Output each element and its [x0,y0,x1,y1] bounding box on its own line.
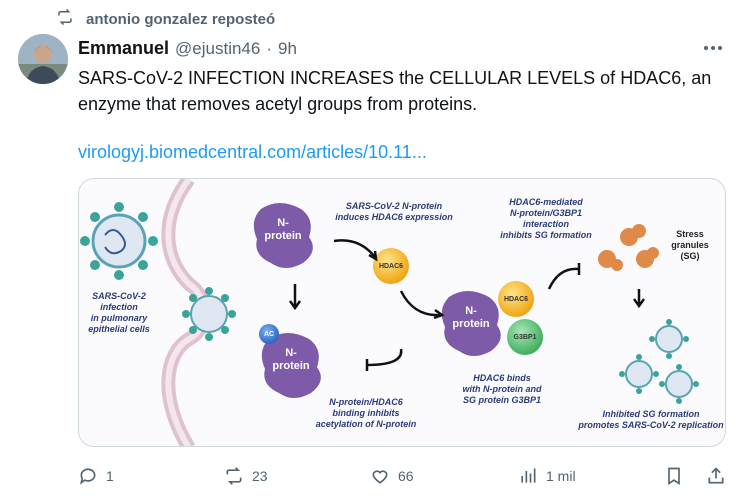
avatar[interactable] [18,34,68,84]
virus-small-group [625,325,693,398]
repost-text: antonio gonzalez reposteó [86,10,276,28]
more-icon [704,46,722,50]
label-ac: AC [263,331,275,338]
post-link[interactable]: virologyj.biomedcentral.com/articles/10.… [78,142,427,163]
label-stress: Stress granules (SG) [671,229,709,261]
repost-indicator[interactable]: antonio gonzalez reposteó [56,8,275,30]
reply-count: 1 [106,468,114,484]
views-icon [521,468,536,483]
bookmark-icon [668,467,680,486]
label-n-protein-2: N- protein [272,347,310,372]
more-options-button[interactable] [700,38,726,58]
author-name[interactable]: Emmanuel [78,38,169,59]
repost-button[interactable]: 23 [224,462,268,490]
label-induces: SARS-CoV-2 N-protein induces HDAC6 expre… [335,201,453,222]
virus-large [80,202,158,280]
label-inhibited: Inhibited SG formation promotes SARS-CoV… [578,409,724,430]
bookmark-button[interactable] [664,462,684,490]
label-n-protein-3: N- protein [452,305,490,330]
reply-button[interactable]: 1 [78,462,114,490]
separator: · [266,39,273,58]
retweet-icon [226,467,242,485]
label-infection: SARS-CoV-2 infection in pulmonary epithe… [88,291,150,334]
label-binds: HDAC6 binds with N-protein and SG protei… [462,373,542,405]
post-time[interactable]: 9h [278,39,297,59]
label-hdac6-top: HDAC6 [378,263,404,270]
post-header: Emmanuel @ejustin46 · 9h [78,38,297,59]
like-count: 66 [398,468,414,484]
repost-count: 23 [252,468,268,484]
share-icon [708,467,724,484]
label-n-protein-1: N- protein [264,217,302,242]
stress-granules [598,224,659,271]
like-button[interactable]: 66 [370,462,414,490]
action-bar: 1 23 66 1 mil [78,462,730,490]
author-handle[interactable]: @ejustin46 [175,39,260,59]
heart-icon [372,470,388,484]
repost-icon [56,8,74,30]
views-button[interactable]: 1 mil [518,462,576,490]
label-binding-inhibits: N-protein/HDAC6 binding inhibits acetyla… [315,397,417,429]
share-button[interactable] [706,462,726,490]
label-mediated: HDAC6-mediated N-protein/G3BP1 interacti… [500,197,592,240]
reply-icon [80,468,96,485]
views-count: 1 mil [546,468,576,484]
post-image[interactable]: SARS-CoV-2 infection in pulmonary epithe… [78,178,726,447]
post-text: SARS-CoV-2 INFECTION INCREASES the CELLU… [78,68,712,114]
label-g3bp1: G3BP1 [513,334,537,341]
label-hdac6-right: HDAC6 [503,296,529,303]
